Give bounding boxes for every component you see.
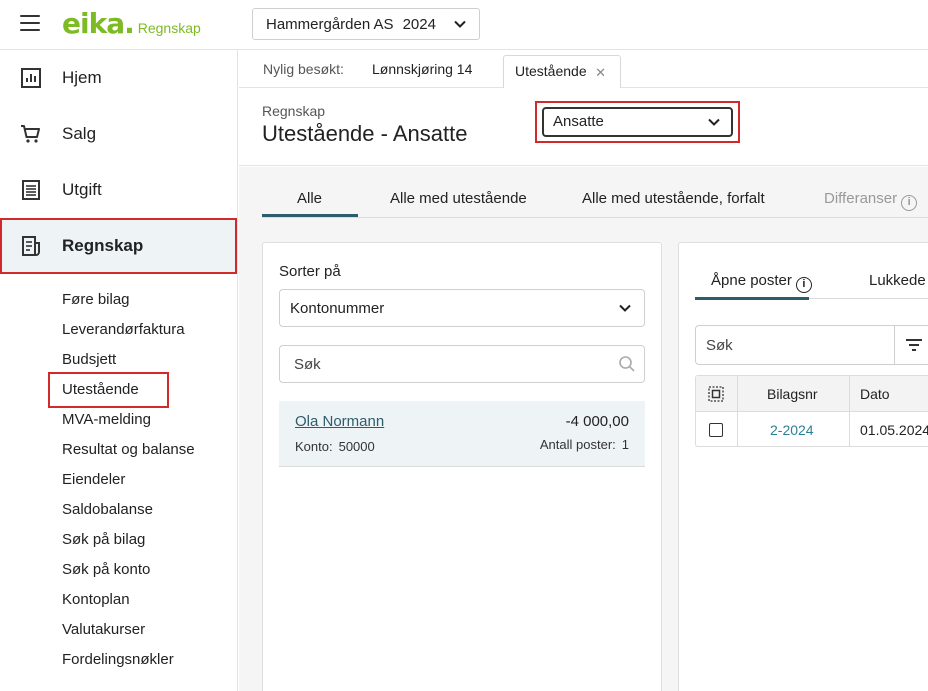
sort-label: Sorter på bbox=[279, 263, 341, 280]
accounts-panel: Sorter på Kontonummer Ola Normann -4 000… bbox=[262, 242, 662, 691]
logo-subtitle: Regnskap bbox=[137, 20, 201, 36]
company-year: 2024 bbox=[402, 15, 436, 33]
tab-differanser[interactable]: Differanser i bbox=[824, 190, 918, 211]
filter-icon[interactable] bbox=[905, 337, 923, 353]
close-icon[interactable]: ✕ bbox=[595, 65, 606, 81]
entries-table: Bilagsnr Dato 2-2024 01.05.2024 bbox=[695, 375, 928, 447]
row-checkbox[interactable] bbox=[709, 423, 723, 437]
company-selector[interactable]: Hammergården AS 2024 bbox=[252, 8, 480, 40]
column-divider bbox=[737, 376, 738, 446]
tab-lukkede[interactable]: Lukkede bbox=[869, 272, 926, 289]
sidebar-subitem-eiendeler[interactable]: Eiendeler bbox=[62, 470, 125, 490]
info-icon: i bbox=[901, 195, 918, 211]
company-name: Hammergården AS bbox=[266, 15, 394, 33]
type-select[interactable]: Ansatte bbox=[542, 107, 733, 137]
sidebar-subitem-utestaende[interactable]: Utestående bbox=[62, 380, 139, 400]
recently-visited-bar: Nylig besøkt: Lønnskjøring 14 Utestående… bbox=[239, 50, 928, 89]
search-divider bbox=[894, 326, 895, 364]
filter-tabs: Alle Alle med utestående Alle med utestå… bbox=[262, 180, 928, 218]
cart-icon bbox=[21, 125, 40, 143]
chevron-down-icon bbox=[708, 118, 720, 126]
sort-select[interactable]: Kontonummer bbox=[279, 289, 645, 327]
entries-panel: Åpne posteri Lukkede Bilagsnr Dato 2-202… bbox=[678, 242, 928, 691]
page-title: Utestående - Ansatte bbox=[262, 121, 468, 146]
tab-apne-poster-label: Åpne poster bbox=[711, 272, 792, 289]
sidebar-subitem-fore-bilag[interactable]: Føre bilag bbox=[62, 290, 130, 310]
column-divider bbox=[849, 376, 850, 446]
sidebar-item-regnskap[interactable]: Regnskap bbox=[0, 218, 237, 274]
account-search bbox=[279, 345, 645, 383]
column-header-bilagsnr[interactable]: Bilagsnr bbox=[767, 386, 818, 402]
sidebar: Hjem Salg Utgift Regnskap Føre bilag Lev… bbox=[0, 50, 238, 691]
tab-apne-poster[interactable]: Åpne poster i bbox=[711, 272, 812, 293]
sidebar-subitem-budsjett[interactable]: Budsjett bbox=[62, 350, 116, 370]
logo-text: eika. bbox=[62, 7, 135, 40]
column-header-dato[interactable]: Dato bbox=[860, 386, 890, 402]
sidebar-subitem-valutakurser[interactable]: Valutakurser bbox=[62, 620, 145, 640]
account-entry-count: Antall poster: 1 bbox=[540, 437, 629, 452]
tab-alle-med-utestaende[interactable]: Alle med utestående bbox=[390, 190, 527, 207]
sidebar-subitem-kontoplan[interactable]: Kontoplan bbox=[62, 590, 130, 610]
type-select-value: Ansatte bbox=[553, 113, 604, 130]
sidebar-item-label: Salg bbox=[62, 124, 97, 143]
account-list-item[interactable]: Ola Normann -4 000,00 Konto: 50000 Antall… bbox=[279, 401, 645, 467]
breadcrumb[interactable]: Regnskap bbox=[262, 103, 325, 119]
sidebar-item-salg[interactable]: Salg bbox=[0, 106, 237, 162]
sidebar-item-label: Utgift bbox=[62, 180, 102, 199]
table-cell-bilagsnr[interactable]: 2-2024 bbox=[770, 422, 814, 438]
sidebar-subitem-resultat-og-balanse[interactable]: Resultat og balanse bbox=[62, 440, 195, 460]
sort-select-value: Kontonummer bbox=[290, 300, 385, 317]
page-header: Regnskap Utestående - Ansatte Ansatte bbox=[239, 88, 928, 166]
open-tab-label: Utestående bbox=[515, 63, 587, 79]
receipt-icon bbox=[22, 180, 40, 200]
chevron-down-icon bbox=[619, 304, 631, 312]
type-select-highlight: Ansatte bbox=[535, 101, 740, 143]
account-amount: -4 000,00 bbox=[565, 413, 629, 430]
sidebar-item-utgift[interactable]: Utgift bbox=[0, 162, 237, 218]
sidebar-item-label: Hjem bbox=[62, 68, 102, 87]
logo[interactable]: eika. Regnskap bbox=[62, 7, 201, 43]
select-all-checkbox-icon[interactable] bbox=[708, 386, 724, 402]
tab-alle-med-utestaende-forfalt[interactable]: Alle med utestående, forfalt bbox=[582, 190, 765, 207]
sidebar-subitem-leverandorfaktura[interactable]: Leverandørfaktura bbox=[62, 320, 185, 340]
account-number-label: Konto: bbox=[295, 439, 333, 454]
ledger-icon bbox=[22, 236, 40, 256]
tab-active-indicator bbox=[695, 297, 809, 300]
sidebar-subitem-fordelingsnokler[interactable]: Fordelingsnøkler bbox=[62, 650, 174, 670]
search-icon[interactable] bbox=[618, 355, 636, 373]
sidebar-item-hjem[interactable]: Hjem bbox=[0, 50, 237, 106]
top-bar: eika. Regnskap Hammergården AS 2024 bbox=[0, 0, 928, 50]
account-count-value: 1 bbox=[621, 437, 629, 452]
bar-chart-icon bbox=[21, 68, 41, 88]
account-count-label: Antall poster: bbox=[539, 437, 616, 452]
recently-visited-label: Nylig besøkt: bbox=[263, 61, 344, 77]
account-search-input[interactable] bbox=[280, 346, 610, 382]
chevron-down-icon bbox=[454, 20, 466, 28]
tab-active-indicator bbox=[262, 214, 358, 217]
tab-alle[interactable]: Alle bbox=[297, 190, 322, 207]
sidebar-subitem-sok-pa-konto[interactable]: Søk på konto bbox=[62, 560, 150, 580]
sidebar-subitem-saldobalanse[interactable]: Saldobalanse bbox=[62, 500, 153, 520]
tab-differanser-label: Differanser bbox=[824, 190, 898, 207]
menu-icon[interactable] bbox=[20, 15, 40, 31]
sidebar-subitem-sok-pa-bilag[interactable]: Søk på bilag bbox=[62, 530, 145, 550]
entries-search-input[interactable] bbox=[696, 326, 892, 364]
info-icon: i bbox=[795, 277, 812, 293]
sidebar-subitem-mva-melding[interactable]: MVA-melding bbox=[62, 410, 151, 430]
entries-tabs: Åpne poster i Lukkede bbox=[695, 259, 928, 300]
entries-search bbox=[695, 325, 928, 365]
recent-link-lonnskjoring[interactable]: Lønnskjøring 14 bbox=[372, 61, 472, 77]
sidebar-item-label: Regnskap bbox=[62, 236, 144, 255]
account-number: Konto: 50000 bbox=[295, 439, 375, 454]
account-number-value: 50000 bbox=[338, 439, 375, 454]
table-cell-dato: 01.05.2024 bbox=[860, 422, 928, 438]
open-tab-utestaende[interactable]: Utestående ✕ bbox=[503, 55, 621, 89]
account-name[interactable]: Ola Normann bbox=[295, 413, 384, 430]
